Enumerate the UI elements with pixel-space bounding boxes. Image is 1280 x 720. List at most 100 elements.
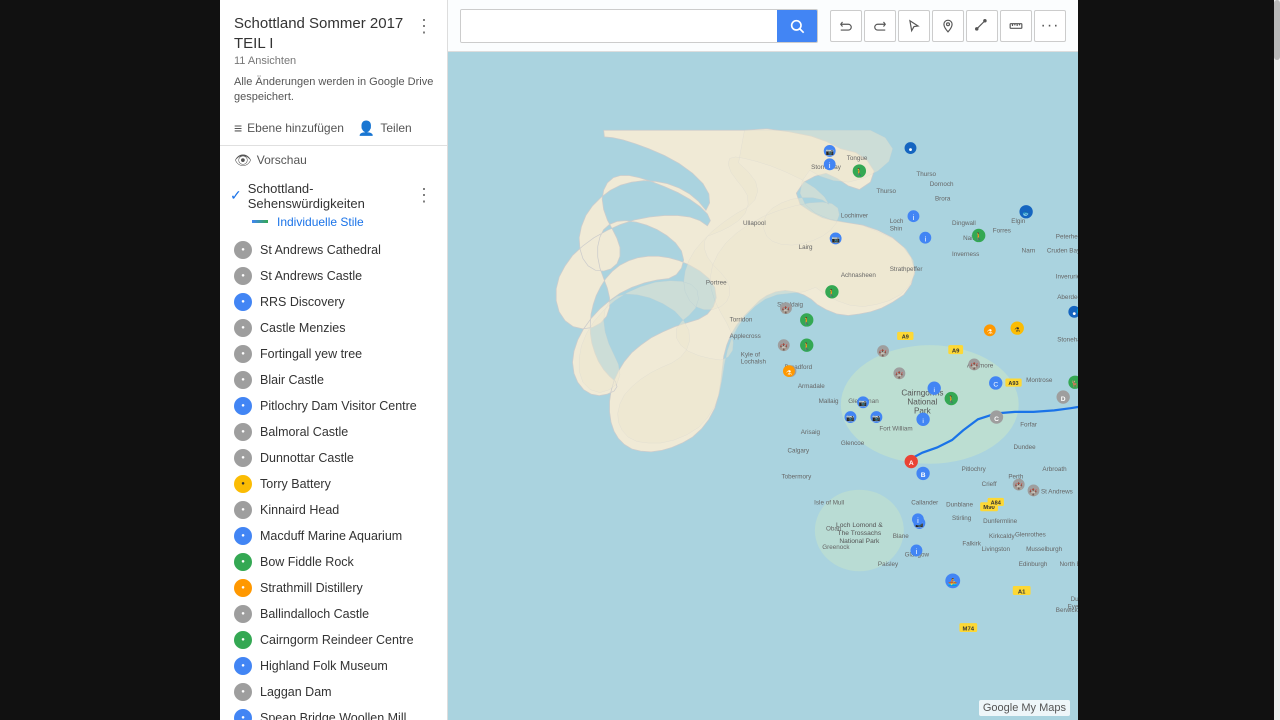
poi-item[interactable]: ●Kinnaird Head: [220, 497, 447, 523]
sidebar-actions: ≡ Ebene hinzufügen 👤 Teilen: [220, 112, 447, 146]
poi-item[interactable]: ●Macduff Marine Aquarium: [220, 523, 447, 549]
poi-icon: ●: [234, 345, 252, 363]
svg-text:Edinburgh: Edinburgh: [1019, 561, 1048, 568]
poi-item[interactable]: ●Balmoral Castle: [220, 419, 447, 445]
poi-item[interactable]: ●Dunnottar Castle: [220, 445, 447, 471]
svg-text:Dornoch: Dornoch: [930, 181, 954, 188]
svg-text:⚗: ⚗: [786, 369, 792, 377]
preview-button[interactable]: 👁 Vorschau: [220, 146, 447, 175]
map-container: ··· Cairngorms National Park Loch Lomond…: [448, 0, 1078, 720]
svg-text:A: A: [909, 460, 914, 467]
redo-button[interactable]: [864, 10, 896, 42]
svg-text:🚶: 🚶: [802, 317, 811, 326]
svg-text:Stonehaven: Stonehaven: [1057, 336, 1078, 343]
svg-text:Achnasheen: Achnasheen: [841, 272, 877, 279]
poi-icon: ●: [234, 423, 252, 441]
layer-menu-button[interactable]: ⋮: [411, 183, 437, 208]
layer-title: Schottland-Sehenswürdigkeiten: [248, 181, 411, 211]
svg-text:Dundee: Dundee: [1014, 444, 1037, 451]
svg-text:Fort William: Fort William: [879, 425, 912, 432]
select-tool-button[interactable]: [898, 10, 930, 42]
svg-text:Lochalsh: Lochalsh: [741, 359, 767, 366]
svg-text:Tongue: Tongue: [847, 155, 868, 162]
svg-text:Callander: Callander: [911, 500, 938, 507]
svg-text:A9: A9: [952, 349, 960, 355]
svg-text:Paisley: Paisley: [878, 561, 899, 568]
share-button[interactable]: 👤 Teilen: [358, 120, 412, 137]
map-svg: Cairngorms National Park Loch Lomond & T…: [448, 0, 1078, 720]
svg-text:Torridon: Torridon: [730, 316, 753, 323]
poi-icon: ●: [234, 501, 252, 519]
more-tools-button[interactable]: ···: [1034, 10, 1066, 42]
search-input[interactable]: [461, 10, 777, 42]
map-branding: Google My Maps: [979, 700, 1070, 716]
svg-text:Peterhead: Peterhead: [1056, 233, 1078, 240]
svg-text:Inverurie: Inverurie: [1056, 273, 1078, 280]
search-button[interactable]: [777, 10, 817, 42]
poi-item[interactable]: ●Torry Battery: [220, 471, 447, 497]
poi-item[interactable]: ●Bow Fiddle Rock: [220, 549, 447, 575]
map-options-button[interactable]: ⋮: [413, 14, 435, 39]
poi-name: Spean Bridge Woollen Mill: [260, 711, 435, 720]
svg-text:A9: A9: [902, 335, 909, 341]
svg-text:Musselburgh: Musselburgh: [1026, 546, 1063, 553]
undo-button[interactable]: [830, 10, 862, 42]
poi-name: Strathmill Distillery: [260, 581, 435, 595]
poi-name: Torry Battery: [260, 477, 435, 491]
svg-text:B: B: [921, 472, 926, 479]
map-top-bar: ···: [448, 0, 1078, 52]
poi-item[interactable]: ● Fortingall yew tree: [220, 341, 447, 367]
svg-text:Elgin: Elgin: [1011, 218, 1025, 225]
svg-text:Kirkcaldy: Kirkcaldy: [989, 533, 1015, 540]
add-layer-icon: ≡: [234, 120, 242, 136]
poi-item[interactable]: ●Highland Folk Museum: [220, 653, 447, 679]
svg-text:Crieff: Crieff: [982, 481, 997, 488]
svg-text:⚗: ⚗: [987, 328, 993, 336]
svg-text:📷: 📷: [859, 400, 867, 407]
poi-item[interactable]: ● Spean Bridge Woollen Mill: [220, 705, 447, 720]
draw-line-button[interactable]: [966, 10, 998, 42]
sidebar-header: Schottland Sommer 2017 TEIL I ⋮ 11 Ansic…: [220, 0, 447, 112]
poi-item[interactable]: ●St Andrews Cathedral: [220, 237, 447, 263]
svg-text:📷: 📷: [846, 415, 854, 422]
svg-text:Blane: Blane: [893, 533, 910, 540]
poi-icon: ●: [234, 267, 252, 285]
search-box[interactable]: [460, 9, 818, 43]
poi-item[interactable]: ●Cairngorm Reindeer Centre: [220, 627, 447, 653]
svg-text:Dunblane: Dunblane: [946, 502, 973, 509]
poi-icon: ●: [234, 631, 252, 649]
svg-text:Glencoe: Glencoe: [841, 440, 865, 447]
poi-name: Fortingall yew tree: [260, 347, 435, 361]
svg-text:Armadale: Armadale: [798, 383, 825, 390]
svg-text:C: C: [994, 416, 999, 423]
poi-name: Castle Menzies: [260, 321, 435, 335]
poi-list: ●St Andrews Cathedral●St Andrews Castle●…: [220, 237, 447, 720]
poi-item[interactable]: ●Laggan Dam: [220, 679, 447, 705]
individual-style-button[interactable]: Individuelle Stile: [230, 211, 437, 233]
poi-item[interactable]: ●Ballindalloch Castle: [220, 601, 447, 627]
poi-item[interactable]: ● Strathmill Distillery: [220, 575, 447, 601]
poi-item[interactable]: ●Pitlochry Dam Visitor Centre: [220, 393, 447, 419]
svg-text:Tobermory: Tobermory: [782, 474, 813, 481]
poi-icon: ●: [234, 579, 252, 597]
svg-text:National: National: [907, 397, 937, 406]
add-layer-button[interactable]: ≡ Ebene hinzufügen: [234, 120, 344, 137]
poi-icon: ●: [234, 709, 252, 720]
poi-item[interactable]: ●Castle Menzies: [220, 315, 447, 341]
svg-text:🚶: 🚶: [947, 395, 956, 404]
svg-text:🏰: 🏰: [1029, 488, 1038, 496]
svg-text:🏰: 🏰: [970, 362, 979, 370]
poi-item[interactable]: ● St Andrews Castle: [220, 263, 447, 289]
poi-name: St Andrews Castle: [260, 269, 435, 283]
svg-text:Aberdeen: Aberdeen: [1057, 294, 1078, 301]
svg-text:Montrose: Montrose: [1026, 377, 1053, 384]
svg-text:D: D: [1061, 396, 1066, 403]
svg-text:🚶: 🚶: [802, 342, 811, 351]
svg-text:Lairg: Lairg: [799, 244, 813, 251]
poi-icon: ●: [234, 553, 252, 571]
svg-text:🏰: 🏰: [782, 306, 791, 314]
marker-tool-button[interactable]: [932, 10, 964, 42]
measure-button[interactable]: [1000, 10, 1032, 42]
poi-item[interactable]: ●Blair Castle: [220, 367, 447, 393]
poi-item[interactable]: ●RRS Discovery: [220, 289, 447, 315]
